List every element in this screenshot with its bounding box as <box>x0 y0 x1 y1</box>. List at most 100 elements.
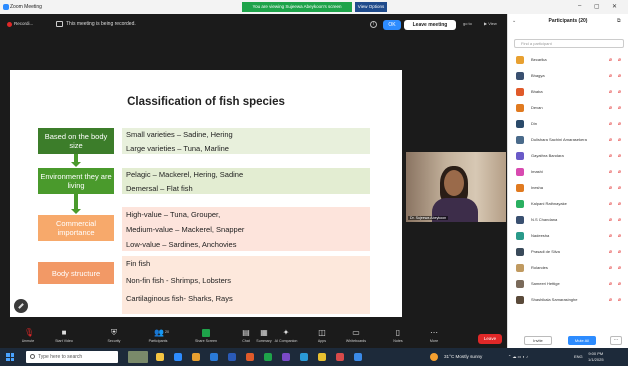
weather-widget[interactable]: 31°C Mostly sunny <box>444 354 482 359</box>
video-off-icon: ⌀ <box>618 137 622 143</box>
recording-dot-icon <box>7 22 12 27</box>
down-arrow-icon <box>71 154 81 167</box>
category-box-commercial: Commercial importance <box>38 215 114 241</box>
system-tray-icons[interactable]: ⌃ ☁ ▭ ◐ ♪ <box>508 354 528 359</box>
ok-button[interactable]: OK <box>383 20 401 30</box>
view-options-button[interactable]: View Options <box>355 2 387 12</box>
participant-row[interactable]: Bhagya ⌀ ⌀ <box>514 70 628 83</box>
goto-label[interactable]: go to <box>463 21 472 26</box>
collapse-chevron-icon[interactable]: ⌄ <box>512 18 516 24</box>
close-icon[interactable]: ✕ <box>612 3 617 10</box>
windows-start-icon[interactable] <box>6 353 14 361</box>
participant-row[interactable]: Din ⌀ ⌀ <box>514 118 628 131</box>
participants-panel: Participants (20) ⌄ ⧉ Find a participant… <box>507 14 628 348</box>
category-box-body-size: Based on the body size <box>38 128 114 154</box>
panel-more-button[interactable]: ... <box>610 336 622 345</box>
minimize-icon[interactable]: – <box>578 3 581 9</box>
slide-item: Medium-value – Mackerel, Snapper <box>126 225 245 234</box>
leave-button[interactable]: Leave <box>478 334 502 344</box>
taskbar-search-placeholder: Type here to search <box>38 354 83 360</box>
participant-row[interactable]: Sameeri Hettige ⌀ ⌀ <box>514 278 628 291</box>
participant-name: Rolandes <box>531 265 548 270</box>
file-explorer-icon[interactable] <box>192 353 200 361</box>
participant-row[interactable]: Prasadi de Silva ⌀ ⌀ <box>514 246 628 259</box>
mic-muted-icon: ⌀ <box>609 89 613 95</box>
view-button[interactable]: ▶ View <box>484 21 497 26</box>
info-icon[interactable]: i <box>370 21 377 28</box>
participant-row[interactable]: Nadeesha ⌀ ⌀ <box>514 230 628 243</box>
participant-row[interactable]: Devan ⌀ ⌀ <box>514 102 628 115</box>
view-label: View <box>488 21 497 26</box>
participants-button[interactable]: 👥 Participants <box>138 328 178 348</box>
search-icon <box>30 354 35 359</box>
start-video-button[interactable]: ■ Start Video <box>44 328 84 348</box>
task-view-icon[interactable] <box>156 353 164 361</box>
avatar <box>516 184 524 192</box>
teams-app-icon[interactable] <box>282 353 290 361</box>
taskbar-clock[interactable]: 9:00 PM 1/1/2025 <box>588 351 604 362</box>
speaker-video[interactable]: Dr. Sujeewa Abeykoon <box>406 152 506 222</box>
whiteboards-button[interactable]: ▭ Whiteboards <box>336 328 376 348</box>
participant-row[interactable]: Shashikala Samarasinghe ⌀ ⌀ <box>514 294 628 307</box>
video-off-icon: ■ <box>61 328 67 337</box>
unmute-button[interactable]: 🎙 Unmute <box>8 328 48 348</box>
excel-app-icon[interactable] <box>264 353 272 361</box>
slide-item: Cartilaginous fish- Sharks, Rays <box>126 294 233 303</box>
avatar <box>516 232 524 240</box>
find-participant-input[interactable]: Find a participant <box>514 39 624 48</box>
edge-browser-icon[interactable] <box>210 353 218 361</box>
outlook-app-icon[interactable] <box>300 353 308 361</box>
mic-muted-icon: ⌀ <box>609 217 613 223</box>
popout-icon[interactable]: ⧉ <box>617 18 621 24</box>
participants-icon: 👥 <box>154 328 164 337</box>
search-highlight-thumbnail[interactable] <box>128 351 148 363</box>
share-screen-button[interactable]: Share Screen <box>186 328 226 348</box>
participant-row[interactable]: Dulishara Sachini Amarasekera ⌀ ⌀ <box>514 134 628 147</box>
participant-name: Imashi <box>531 169 543 174</box>
language-indicator[interactable]: ENG <box>574 354 583 359</box>
mic-muted-icon: ⌀ <box>609 297 613 303</box>
word-app-icon[interactable] <box>228 353 236 361</box>
participant-row[interactable]: Imashi ⌀ ⌀ <box>514 166 628 179</box>
participant-row[interactable]: N.S Chandana ⌀ ⌀ <box>514 214 628 227</box>
title-bar: Zoom Meeting You are viewing Sujeewa Abe… <box>0 0 628 14</box>
chrome-app-icon[interactable] <box>318 353 326 361</box>
participant-row[interactable]: Gayathra Bandara ⌀ ⌀ <box>514 150 628 163</box>
slide-item: Small varieties – Sadine, Hering <box>126 130 233 139</box>
leave-meeting-button[interactable]: Leave meeting <box>404 20 456 30</box>
avatar <box>516 56 524 64</box>
taskbar-search-input[interactable]: Type here to search <box>26 351 118 363</box>
notes-button[interactable]: ▯ Notes <box>378 328 418 348</box>
mic-muted-icon: ⌀ <box>609 265 613 271</box>
participant-row[interactable]: Kalpani Rathnayake ⌀ ⌀ <box>514 198 628 211</box>
mic-muted-icon: ⌀ <box>609 57 613 63</box>
zoom-app-icon[interactable] <box>174 353 182 361</box>
avatar <box>516 248 524 256</box>
participant-row[interactable]: Bhaba ⌀ ⌀ <box>514 86 628 99</box>
avatar <box>516 280 524 288</box>
avatar <box>516 200 524 208</box>
store-app-icon[interactable] <box>354 353 362 361</box>
video-off-icon: ⌀ <box>618 73 622 79</box>
window-title: Zoom Meeting <box>10 4 42 10</box>
mic-muted-icon: ⌀ <box>609 281 613 287</box>
avatar <box>516 72 524 80</box>
more-button[interactable]: ⋯ More <box>414 328 454 348</box>
powerpoint-app-icon[interactable] <box>246 353 254 361</box>
media-app-icon[interactable] <box>336 353 344 361</box>
mute-all-button[interactable]: Mute All <box>568 336 596 345</box>
participant-name: Shashikala Samarasinghe <box>531 297 578 302</box>
participant-row[interactable]: Becarika ⌀ ⌀ <box>514 54 628 67</box>
recording-label[interactable]: Recordi... <box>14 21 33 26</box>
meeting-toolbar: 🎙 Unmute ■ Start Video ⛨ Security 👥 Part… <box>0 326 507 348</box>
participant-row[interactable]: Inesha ⌀ ⌀ <box>514 182 628 195</box>
shield-icon: ⛨ <box>111 328 117 337</box>
security-button[interactable]: ⛨ Security <box>94 328 134 348</box>
ai-companion-button[interactable]: ✦ AI Companion <box>266 328 306 348</box>
annotate-pen-icon[interactable] <box>14 299 28 313</box>
slide-item: Fin fish <box>126 259 151 268</box>
invite-button[interactable]: Invite <box>524 336 552 345</box>
participant-row[interactable]: Rolandes ⌀ ⌀ <box>514 262 628 275</box>
video-off-icon: ⌀ <box>618 265 622 271</box>
maximize-icon[interactable]: ▢ <box>594 3 600 10</box>
